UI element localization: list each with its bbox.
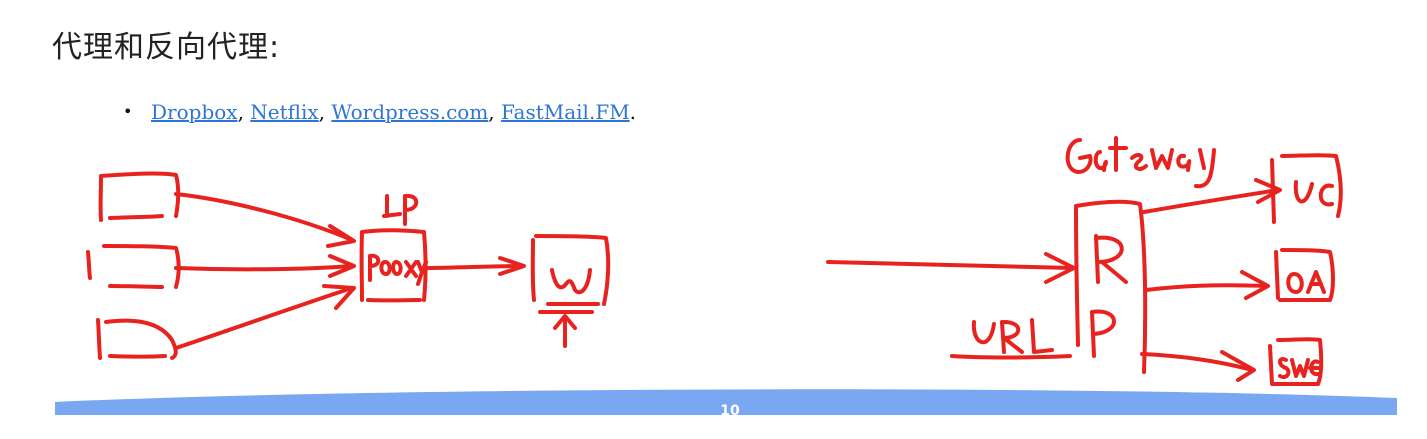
arrow-rp-to-service-1: [1142, 178, 1282, 214]
arrow-proxy-to-web: [424, 256, 526, 276]
url-label: [950, 318, 1072, 360]
arrow-rp-to-service-3: [1140, 350, 1256, 382]
service-box-uc: [1270, 153, 1343, 224]
client-box-1: [98, 171, 181, 222]
arrow-url-to-reverse-proxy: [826, 252, 1076, 284]
gateway-label: [1065, 136, 1216, 189]
service-box-swe: [1268, 337, 1324, 386]
arrow-client-3-to-proxy: [174, 284, 356, 350]
arrow-client-2-to-proxy: [174, 254, 356, 278]
arrow-client-1-to-proxy: [174, 192, 356, 248]
slide-page-number: 10: [720, 403, 740, 415]
arrow-rp-to-service-2: [1144, 270, 1270, 300]
web-server-box: [530, 234, 611, 348]
proxy-box: [359, 228, 428, 303]
ip-label: [382, 193, 419, 226]
service-box-oa: [1274, 248, 1335, 302]
client-box-2: [86, 244, 181, 289]
handwritten-diagram: [86, 136, 1343, 386]
client-box-3: [96, 318, 178, 360]
reverse-proxy-box: [1074, 199, 1148, 374]
